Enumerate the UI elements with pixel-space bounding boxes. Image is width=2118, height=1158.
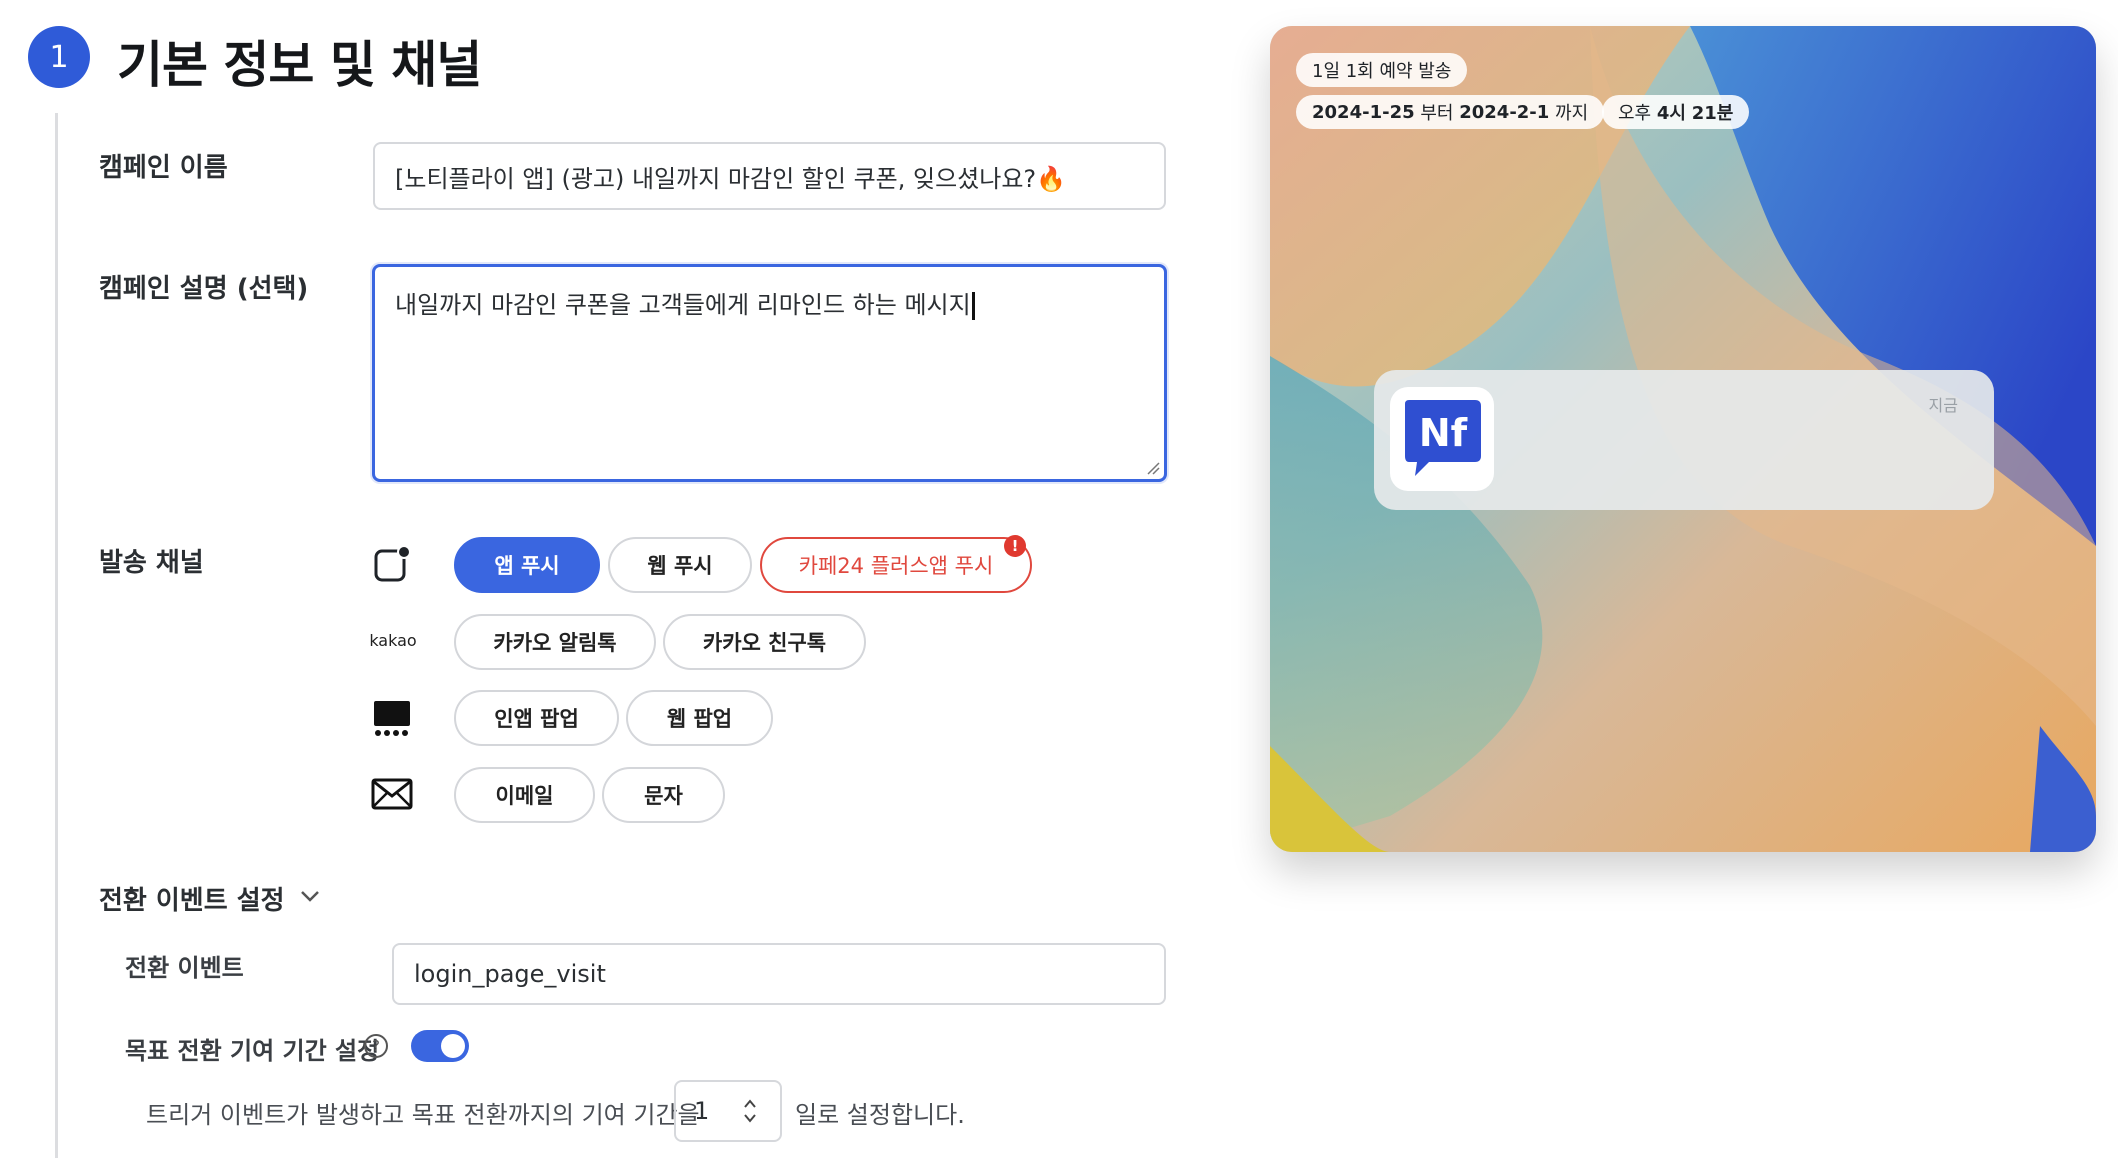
toggle-knob <box>441 1034 465 1058</box>
channels-label: 발송 채널 <box>99 548 204 578</box>
conversion-event-label: 전환 이벤트 <box>125 954 244 982</box>
spinner-icon[interactable] <box>742 1096 758 1126</box>
chip-cafe24-label: 카페24 플러스앱 푸시 <box>798 554 994 578</box>
chip-web-push[interactable]: 웹 푸시 <box>608 537 752 593</box>
schedule-badge-text: 1일 1회 예약 발송 <box>1312 61 1452 82</box>
notifly-logo-icon: Nf <box>1405 400 1481 476</box>
goal-period-label: 목표 전환 기여 기간 설정 <box>125 1037 380 1065</box>
popup-icon <box>370 698 414 738</box>
conversion-event-value: login_page_visit <box>414 960 606 988</box>
period-desc-before: 트리거 이벤트가 발생하고 목표 전환까지의 기여 기간을 <box>146 1101 700 1129</box>
date-start: 2024-1-25 <box>1312 101 1415 123</box>
app-icon: Nf <box>1390 387 1494 491</box>
date-end: 2024-2-1 <box>1459 101 1550 123</box>
step-number: 1 <box>28 26 90 88</box>
chip-sms[interactable]: 문자 <box>602 767 725 823</box>
time-hour: 4시 <box>1656 103 1686 124</box>
text-caret <box>971 292 975 320</box>
chip-kakao-alimtalk[interactable]: 카카오 알림톡 <box>454 614 656 670</box>
conversion-event-input[interactable]: login_page_visit <box>392 943 1166 1005</box>
mail-icon <box>370 776 414 812</box>
svg-text:Nf: Nf <box>1419 411 1468 455</box>
conversion-section-label[interactable]: 전환 이벤트 설정 <box>99 880 285 917</box>
time-prefix: 오후 <box>1618 103 1652 124</box>
period-desc-after: 일로 설정합니다. <box>795 1101 965 1129</box>
schedule-badge: 1일 1회 예약 발송 <box>1296 53 1468 87</box>
campaign-desc-value: 내일까지 마감인 쿠폰을 고객들에게 리마인드 하는 메시지 <box>395 291 971 319</box>
chip-kakao-friendtalk[interactable]: 카카오 친구톡 <box>663 614 866 670</box>
campaign-name-value: [노티플라이 앱] (광고) 내일까지 마감인 할인 쿠폰, 잊으셨나요?🔥 <box>395 164 1067 193</box>
warning-icon: ! <box>1004 535 1026 557</box>
campaign-name-input[interactable]: [노티플라이 앱] (광고) 내일까지 마감인 할인 쿠폰, 잊으셨나요?🔥 <box>373 142 1166 210</box>
period-days-input[interactable]: 1 <box>674 1080 782 1142</box>
chip-web-popup[interactable]: 웹 팝업 <box>626 690 773 746</box>
chip-email[interactable]: 이메일 <box>454 767 595 823</box>
chip-cafe24-push[interactable]: 카페24 플러스앱 푸시 ! <box>760 535 1032 593</box>
period-days-value: 1 <box>694 1097 710 1125</box>
push-preview: 1일 1회 예약 발송 2024-1-25 부터 2024-2-1 까지 오후 … <box>1270 26 2096 852</box>
app-push-icon <box>372 544 412 584</box>
help-icon[interactable]: ? <box>364 1034 388 1058</box>
chevron-down-icon[interactable] <box>296 882 324 910</box>
campaign-name-label: 캠페인 이름 <box>99 153 228 183</box>
date-to: 까지 <box>1555 103 1589 124</box>
section-title: 기본 정보 및 채널 <box>117 36 482 94</box>
resize-handle-icon[interactable] <box>1146 461 1160 475</box>
goal-period-toggle[interactable] <box>411 1030 469 1062</box>
chip-inapp-popup[interactable]: 인앱 팝업 <box>454 690 619 746</box>
kakao-logo: kakao <box>369 630 417 650</box>
date-range-badge: 2024-1-25 부터 2024-2-1 까지 <box>1296 95 1605 129</box>
time-badge: 오후 4시 21분 <box>1602 95 1750 129</box>
campaign-desc-label: 캠페인 설명 (선택) <box>99 274 309 304</box>
push-notification-card: Nf 지금 <box>1374 370 1994 510</box>
notification-time: 지금 <box>1928 396 1958 415</box>
chip-app-push[interactable]: 앱 푸시 <box>454 537 600 593</box>
date-from: 부터 <box>1420 103 1454 124</box>
time-min: 21분 <box>1691 103 1734 124</box>
section-rail <box>55 113 58 1158</box>
campaign-desc-textarea[interactable]: 내일까지 마감인 쿠폰을 고객들에게 리마인드 하는 메시지 <box>372 264 1167 482</box>
